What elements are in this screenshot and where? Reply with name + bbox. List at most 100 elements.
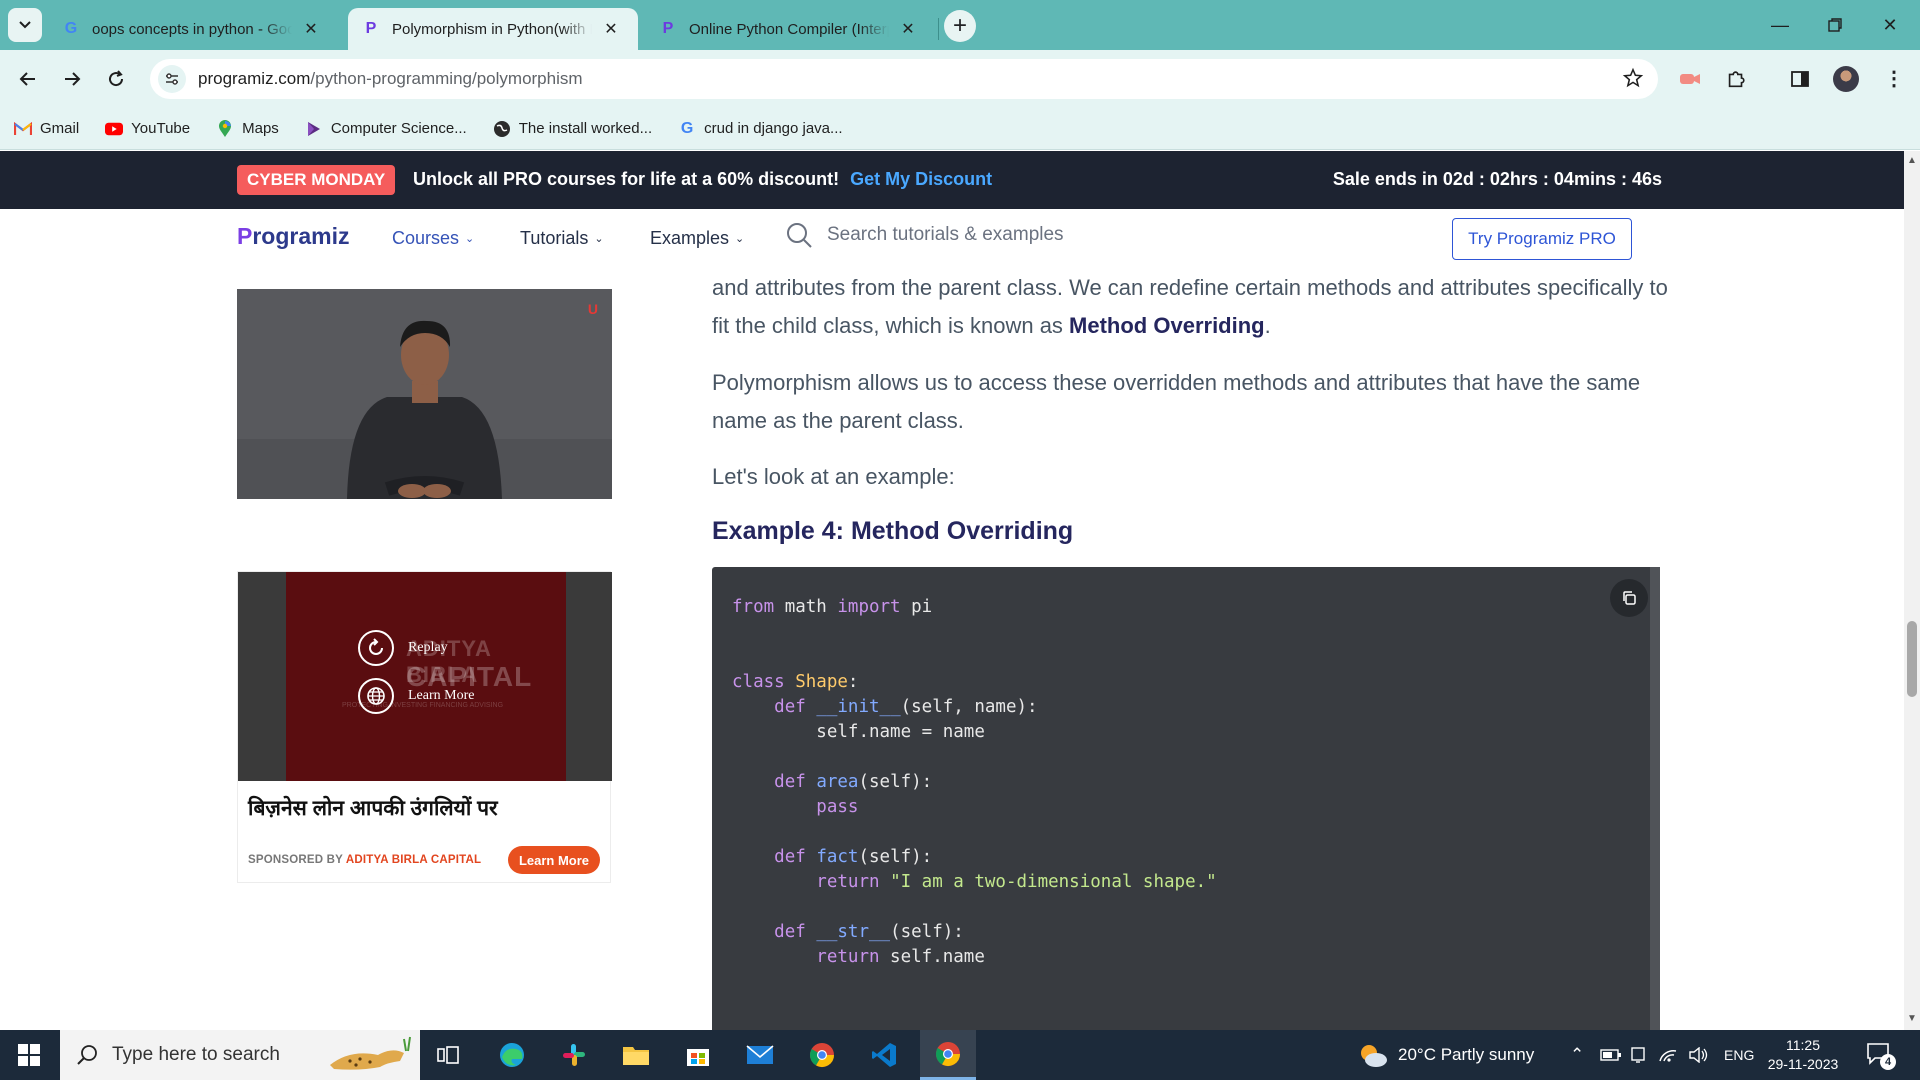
ad-learn-more-button[interactable]: Learn More: [508, 846, 600, 874]
minimize-button[interactable]: —: [1750, 0, 1810, 50]
meet-now-button[interactable]: [1630, 1030, 1646, 1080]
try-pro-button[interactable]: Try Programiz PRO: [1452, 218, 1632, 260]
chevron-down-icon: [19, 21, 31, 29]
notifications-button[interactable]: 4: [1866, 1042, 1896, 1070]
bookmark-icon: [305, 120, 323, 138]
ad-video: ADITYA BIRLA CAPITAL PROTECTING INVESTIN…: [286, 572, 566, 781]
taskbar-store[interactable]: [670, 1030, 726, 1080]
video-ad[interactable]: U: [237, 289, 612, 499]
ad-learn-more-overlay[interactable]: Learn More: [358, 678, 474, 714]
paragraph-polymorphism: Polymorphism allows us to access these o…: [712, 370, 1641, 433]
chrome-icon: [809, 1043, 834, 1068]
replay-label: Replay: [408, 640, 448, 655]
close-icon[interactable]: ✕: [899, 19, 917, 39]
nav-examples[interactable]: Examples ⌄: [650, 228, 744, 249]
slack-icon: [563, 1044, 585, 1066]
programiz-logo[interactable]: Programiz: [237, 223, 349, 250]
ad-headline[interactable]: बिज़नेस लोन आपकी उंगलियों पर: [248, 794, 498, 822]
ad-media: ADITYA BIRLA CAPITAL PROTECTING INVESTIN…: [238, 572, 612, 781]
replay-button[interactable]: Replay: [358, 630, 448, 666]
wifi-status[interactable]: [1658, 1030, 1678, 1080]
search-icon: [787, 223, 812, 248]
scroll-up-icon[interactable]: ▲: [1907, 155, 1917, 166]
bookmark-label: The install worked...: [518, 120, 653, 137]
site-nav: Programiz Courses ⌄ Tutorials ⌄ Examples ⌄ …: [0, 209, 1904, 269]
battery-status[interactable]: [1600, 1030, 1622, 1080]
close-icon[interactable]: ✕: [602, 19, 620, 39]
learn-more-overlay-label: Learn More: [408, 688, 475, 703]
back-button[interactable]: [10, 61, 46, 97]
promo-message: Unlock all PRO courses for life at a 60%…: [413, 169, 840, 189]
weather-widget[interactable]: 20°C Partly sunny: [1356, 1030, 1534, 1080]
ad-sponsor: SPONSORED BY ADITYA BIRLA CAPITAL: [248, 854, 481, 866]
page-scrollbar[interactable]: ▲ ▼: [1904, 151, 1920, 1030]
close-icon: ✕: [1882, 14, 1898, 35]
new-tab-button[interactable]: +: [944, 10, 976, 42]
store-icon: [687, 1049, 709, 1066]
replay-icon: [358, 630, 394, 666]
scroll-down-icon[interactable]: ▼: [1907, 1013, 1917, 1024]
chevron-up-icon: ⌃: [1570, 1045, 1585, 1064]
taskbar-chrome-active[interactable]: [920, 1030, 976, 1080]
code-block[interactable]: from math import pi class Shape: def __i…: [712, 567, 1660, 1030]
chrome-menu-button[interactable]: ⋮: [1876, 61, 1912, 97]
tab-search-button[interactable]: [8, 8, 42, 42]
bookmark-maps[interactable]: Maps: [216, 119, 279, 138]
restore-button[interactable]: [1805, 0, 1865, 50]
forward-button[interactable]: [54, 61, 90, 97]
get-discount-link[interactable]: Get My Discount: [850, 169, 992, 189]
taskbar-edge[interactable]: [484, 1030, 540, 1080]
tab-polymorphism[interactable]: P Polymorphism in Python(with Examples) …: [348, 8, 638, 50]
close-window-button[interactable]: ✕: [1860, 0, 1920, 50]
bookmark-computer-science[interactable]: Computer Science...: [305, 120, 467, 138]
bookmark-install-worked[interactable]: The install worked...: [493, 120, 652, 138]
site-search[interactable]: Search tutorials & examples: [785, 221, 1064, 249]
taskbar-vscode[interactable]: [856, 1030, 912, 1080]
star-icon: [1622, 67, 1644, 88]
taskbar-search-placeholder: Type here to search: [112, 1044, 280, 1065]
taskbar: Type here to search 20°C Partly sunny ⌃: [0, 1030, 1920, 1080]
taskbar-slack[interactable]: [546, 1030, 602, 1080]
url-domain: programiz.com: [198, 69, 311, 88]
vscode-icon: [872, 1043, 896, 1067]
taskbar-search[interactable]: Type here to search: [60, 1030, 420, 1080]
site-info-button[interactable]: [158, 65, 186, 93]
extensions-menu-button[interactable]: [1718, 61, 1754, 97]
url-text: programiz.com/python-programming/polymor…: [198, 69, 583, 89]
nav-tutorials[interactable]: Tutorials ⌄: [520, 228, 604, 249]
input-language[interactable]: ENG: [1724, 1030, 1754, 1080]
bookmark-youtube[interactable]: YouTube: [105, 120, 190, 138]
bookmark-star-button[interactable]: [1622, 67, 1644, 94]
task-view-button[interactable]: [420, 1030, 476, 1080]
taskbar-chrome[interactable]: [794, 1030, 850, 1080]
volume-control[interactable]: [1688, 1030, 1708, 1080]
code-scrollbar[interactable]: [1650, 567, 1660, 1030]
clock-date: 29-11-2023: [1767, 1056, 1839, 1072]
promo-banner: CYBER MONDAY Unlock all PRO courses for …: [0, 151, 1904, 209]
reload-button[interactable]: [98, 61, 134, 97]
bookmarks-bar: Gmail YouTube Maps Computer Science... T…: [0, 108, 1920, 150]
bookmark-label: crud in django java...: [704, 120, 843, 137]
clock[interactable]: 11:25 29-11-2023: [1758, 1036, 1848, 1074]
bookmark-crud-django[interactable]: G crud in django java...: [678, 120, 843, 138]
profile-button[interactable]: [1828, 61, 1864, 97]
nav-courses[interactable]: Courses ⌄: [392, 228, 474, 249]
tab-python-compiler[interactable]: P Online Python Compiler (Interpreter) ✕: [645, 8, 931, 50]
extension-button[interactable]: [1672, 61, 1708, 97]
copy-code-button[interactable]: [1610, 579, 1648, 617]
bookmark-label: YouTube: [131, 120, 191, 137]
method-overriding-term: Method Overriding: [1069, 313, 1265, 338]
taskbar-file-explorer[interactable]: [608, 1030, 664, 1080]
bookmark-gmail[interactable]: Gmail: [14, 120, 79, 138]
hidden-icons-button[interactable]: ⌃: [1570, 1030, 1584, 1080]
sponsored-ad[interactable]: ADITYA BIRLA CAPITAL PROTECTING INVESTIN…: [237, 571, 612, 883]
side-panel-button[interactable]: [1782, 61, 1818, 97]
taskbar-mail[interactable]: [732, 1030, 788, 1080]
start-button[interactable]: [0, 1030, 58, 1080]
puzzle-icon: [1728, 71, 1745, 88]
tab-google-search[interactable]: G oops concepts in python - Google Searc…: [48, 8, 334, 50]
close-icon[interactable]: ✕: [302, 19, 320, 39]
avatar: [1833, 66, 1859, 92]
address-bar[interactable]: programiz.com/python-programming/polymor…: [150, 59, 1658, 99]
scrollbar-thumb[interactable]: [1907, 621, 1917, 697]
